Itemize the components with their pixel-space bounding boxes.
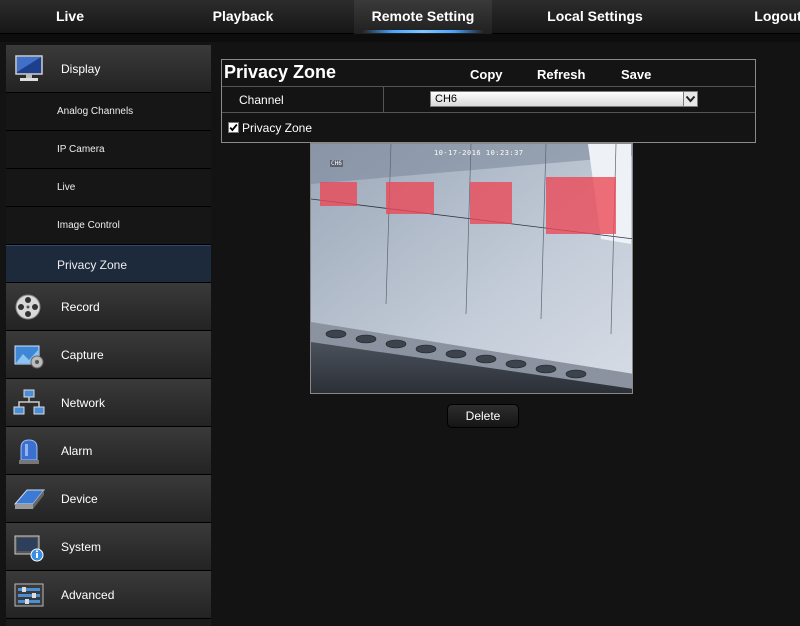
refresh-button[interactable]: Refresh <box>537 67 585 82</box>
privacy-zone-2[interactable] <box>386 182 434 214</box>
sidebar-category-device[interactable]: Device <box>6 475 211 523</box>
panel-header: Privacy Zone Copy Refresh Save <box>222 60 755 87</box>
channel-select[interactable]: CH6 <box>430 91 698 107</box>
sidebar-category-label: Capture <box>61 348 104 362</box>
sidebar-category-label: Device <box>61 492 98 506</box>
nav-live[interactable]: Live <box>0 0 140 34</box>
nav-separator <box>0 34 800 42</box>
sidebar-category-system[interactable]: System <box>6 523 211 571</box>
sidebar: Display Analog Channels IP Camera Live I… <box>6 45 211 626</box>
camera-gear-icon <box>13 340 45 370</box>
sidebar-item-live[interactable]: Live <box>6 169 211 207</box>
hard-drive-icon <box>13 484 46 514</box>
sidebar-item-ip-camera[interactable]: IP Camera <box>6 131 211 169</box>
sidebar-item-label: Analog Channels <box>57 106 134 117</box>
save-button[interactable]: Save <box>621 67 651 82</box>
delete-button[interactable]: Delete <box>447 404 519 428</box>
privacy-zone-checkbox[interactable] <box>228 122 239 133</box>
sidebar-category-label: Alarm <box>61 444 93 458</box>
sidebar-category-label: Record <box>61 300 100 314</box>
sidebar-category-label: Network <box>61 396 106 410</box>
monitor-icon <box>13 54 45 84</box>
sidebar-category-label: Advanced <box>61 588 115 602</box>
sidebar-category-label: System <box>61 540 102 554</box>
sidebar-item-analog-channels[interactable]: Analog Channels <box>6 93 211 131</box>
privacy-zone-toggle-row: Privacy Zone <box>222 114 755 142</box>
sidebar-item-privacy-zone[interactable]: Privacy Zone <box>6 245 211 283</box>
film-reel-icon <box>13 292 45 322</box>
copy-button[interactable]: Copy <box>470 67 503 82</box>
sidebar-category-label: Display <box>61 62 101 76</box>
nav-playback[interactable]: Playback <box>178 0 308 34</box>
privacy-zone-3[interactable] <box>470 182 512 224</box>
camera-preview[interactable]: 10-17-2016 10:23:37 CH6 <box>310 143 633 394</box>
network-icon <box>13 388 45 418</box>
sidebar-category-display[interactable]: Display <box>6 45 211 93</box>
sidebar-category-record[interactable]: Record <box>6 283 211 331</box>
chevron-down-icon[interactable] <box>683 92 697 106</box>
sidebar-category-alarm[interactable]: Alarm <box>6 427 211 475</box>
privacy-zone-panel: Privacy Zone Copy Refresh Save Channel C… <box>221 59 756 143</box>
privacy-zone-checkbox-label: Privacy Zone <box>242 121 313 135</box>
sidebar-item-label: Image Control <box>57 220 120 231</box>
page-title: Privacy Zone <box>224 62 337 82</box>
privacy-zone-1[interactable] <box>320 182 357 206</box>
sidebar-category-capture[interactable]: Capture <box>6 331 211 379</box>
osd-timestamp: 10-17-2016 10:23:37 <box>434 149 524 157</box>
sidebar-item-label: Privacy Zone <box>57 258 128 272</box>
alarm-light-icon <box>13 436 45 466</box>
sidebar-category-advanced[interactable]: Advanced <box>6 571 211 619</box>
system-info-icon <box>13 532 45 562</box>
sidebar-category-network[interactable]: Network <box>6 379 211 427</box>
advanced-settings-icon <box>13 580 45 610</box>
column-divider <box>383 87 384 112</box>
nav-local-settings[interactable]: Local Settings <box>530 0 660 34</box>
top-navigation: Live Playback Remote Setting Local Setti… <box>0 0 800 34</box>
channel-row: Channel CH6 <box>222 87 755 113</box>
privacy-zone-4[interactable] <box>546 177 616 234</box>
nav-logout[interactable]: Logout <box>748 0 800 34</box>
sidebar-item-label: IP Camera <box>57 144 105 155</box>
sidebar-item-image-control[interactable]: Image Control <box>6 207 211 245</box>
nav-remote-setting[interactable]: Remote Setting <box>354 0 492 34</box>
channel-select-value: CH6 <box>435 93 458 105</box>
sidebar-item-label: Live <box>57 182 76 193</box>
channel-label: Channel <box>239 93 284 107</box>
osd-channel-label: CH6 <box>330 160 343 167</box>
